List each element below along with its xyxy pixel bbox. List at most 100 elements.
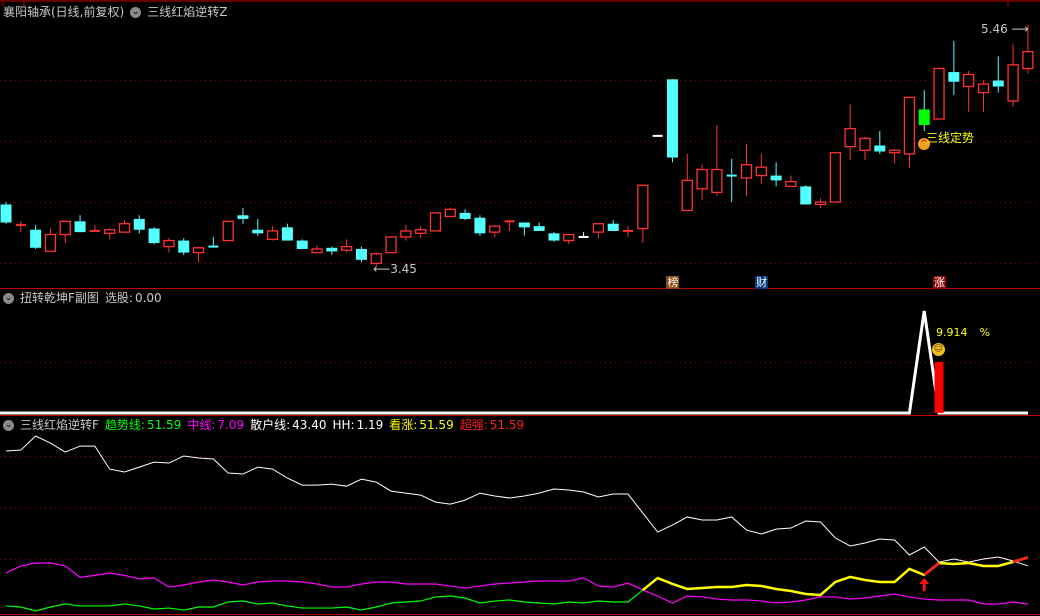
candle[interactable] bbox=[266, 226, 279, 241]
chevron-down-icon[interactable]: ⌄ bbox=[3, 419, 14, 431]
candle[interactable] bbox=[444, 208, 456, 218]
candle[interactable] bbox=[118, 220, 131, 233]
candle[interactable] bbox=[355, 246, 367, 263]
candle[interactable] bbox=[385, 236, 397, 254]
candle-body bbox=[326, 247, 338, 252]
candle-body bbox=[548, 233, 560, 241]
candle[interactable] bbox=[222, 220, 234, 242]
candle[interactable] bbox=[666, 79, 678, 163]
sanhu-line bbox=[5, 435, 1029, 567]
candlestick-series[interactable] bbox=[0, 25, 1034, 268]
candle-body bbox=[992, 80, 1004, 87]
event-badge[interactable]: 涨 bbox=[933, 276, 947, 289]
legend-value: 51.59 bbox=[489, 418, 525, 432]
candle[interactable] bbox=[340, 239, 353, 253]
candle[interactable] bbox=[518, 222, 530, 236]
candle[interactable] bbox=[874, 131, 886, 154]
candle[interactable] bbox=[681, 153, 693, 212]
candle-body bbox=[977, 83, 990, 94]
candle-body bbox=[637, 184, 649, 230]
chevron-down-icon[interactable]: ⌄ bbox=[130, 6, 142, 18]
candle[interactable] bbox=[903, 96, 916, 169]
candle[interactable] bbox=[711, 125, 723, 197]
candle-body bbox=[829, 152, 842, 203]
candle[interactable] bbox=[148, 227, 160, 245]
candle[interactable] bbox=[104, 228, 116, 240]
candle[interactable] bbox=[59, 220, 71, 243]
candle[interactable] bbox=[133, 215, 145, 234]
candle[interactable] bbox=[281, 223, 293, 241]
candle[interactable] bbox=[311, 245, 323, 254]
candle[interactable] bbox=[89, 224, 100, 233]
candle[interactable] bbox=[296, 239, 308, 249]
candle[interactable] bbox=[623, 226, 634, 237]
candle[interactable] bbox=[740, 144, 753, 197]
candle-body bbox=[444, 208, 456, 218]
candle[interactable] bbox=[637, 184, 649, 243]
candle[interactable] bbox=[844, 104, 856, 160]
event-badge[interactable]: 财 bbox=[755, 276, 769, 289]
candle-body bbox=[59, 220, 71, 236]
candle-body bbox=[266, 230, 279, 241]
legend-label: 中线: bbox=[187, 418, 216, 432]
candle[interactable] bbox=[800, 185, 812, 205]
candle[interactable] bbox=[963, 70, 975, 112]
candle[interactable] bbox=[548, 232, 560, 242]
chevron-down-icon[interactable]: ⌄ bbox=[3, 292, 14, 304]
candle[interactable] bbox=[977, 80, 990, 112]
candle[interactable] bbox=[933, 67, 945, 120]
candle-body bbox=[222, 220, 234, 242]
candle[interactable] bbox=[415, 226, 427, 239]
candle-body bbox=[459, 212, 471, 219]
candle[interactable] bbox=[429, 212, 442, 232]
candle[interactable] bbox=[563, 233, 575, 245]
candle[interactable] bbox=[459, 209, 471, 221]
candle[interactable] bbox=[44, 228, 57, 253]
candle[interactable] bbox=[533, 222, 545, 231]
chart-canvas bbox=[0, 0, 1040, 615]
event-badge[interactable]: 榜 bbox=[666, 276, 680, 289]
main-indicator-name[interactable]: 三线红焰逆转Z bbox=[147, 4, 227, 20]
candle[interactable] bbox=[0, 202, 12, 224]
candle[interactable] bbox=[252, 218, 264, 236]
candle[interactable] bbox=[918, 90, 930, 132]
legend-label: 看涨: bbox=[389, 418, 418, 432]
candle[interactable] bbox=[400, 224, 412, 241]
stock-title[interactable]: 襄阳轴承(日线,前复权) bbox=[3, 4, 124, 20]
candle[interactable] bbox=[785, 175, 797, 188]
candle[interactable] bbox=[696, 164, 708, 200]
candle[interactable] bbox=[474, 215, 486, 236]
sub1-title[interactable]: 扭转乾坤F副图 bbox=[20, 290, 99, 306]
candle-body bbox=[400, 230, 412, 238]
candle[interactable] bbox=[607, 220, 619, 231]
candle[interactable] bbox=[592, 223, 605, 239]
candle[interactable] bbox=[30, 224, 42, 249]
candle[interactable] bbox=[992, 56, 1004, 93]
legend-value: 1.19 bbox=[356, 418, 384, 432]
candle[interactable] bbox=[178, 238, 190, 256]
candle[interactable] bbox=[504, 220, 515, 231]
candle[interactable] bbox=[489, 225, 501, 237]
kanzhang-line bbox=[642, 556, 1029, 597]
candle[interactable] bbox=[755, 153, 767, 184]
candle[interactable] bbox=[888, 149, 901, 164]
candle-body bbox=[118, 223, 131, 233]
candle[interactable] bbox=[208, 236, 219, 248]
sub2-title[interactable]: 三线红焰逆转F bbox=[20, 417, 99, 433]
candle-body bbox=[607, 223, 619, 231]
candle[interactable] bbox=[770, 162, 782, 187]
candle[interactable] bbox=[74, 215, 86, 233]
candle[interactable] bbox=[814, 198, 827, 209]
candle[interactable] bbox=[726, 158, 737, 203]
signal-pct-value: 9.914 bbox=[936, 326, 968, 339]
candle[interactable] bbox=[15, 221, 26, 233]
candle[interactable] bbox=[326, 246, 338, 256]
candle[interactable] bbox=[829, 152, 842, 203]
candle[interactable] bbox=[1007, 44, 1019, 107]
candle[interactable] bbox=[163, 238, 175, 253]
candle[interactable] bbox=[948, 40, 960, 95]
candle[interactable] bbox=[859, 137, 871, 160]
candle[interactable] bbox=[192, 246, 205, 263]
candle[interactable] bbox=[237, 208, 249, 224]
candle[interactable] bbox=[578, 232, 589, 239]
